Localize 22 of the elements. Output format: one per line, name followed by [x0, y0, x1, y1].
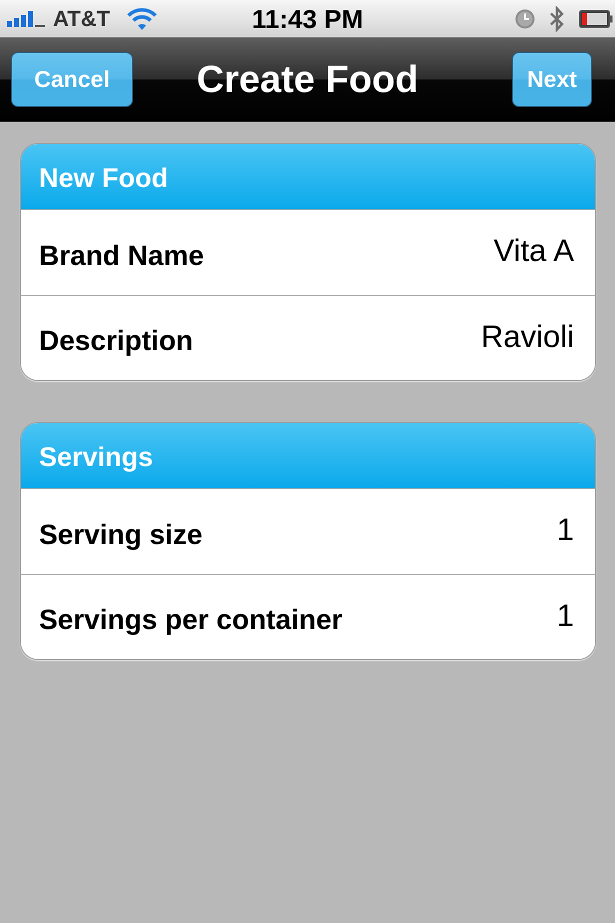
section-title: New Food	[39, 165, 168, 192]
field-label: Serving size	[39, 520, 202, 548]
field-label: Servings per container	[39, 606, 342, 634]
section-title: Servings	[39, 444, 154, 471]
field-value: 1	[556, 514, 574, 545]
status-time: 11:43 PM	[252, 6, 364, 32]
bluetooth-icon	[549, 6, 565, 32]
field-value: Ravioli	[480, 320, 574, 352]
signal-bars-icon	[7, 10, 45, 26]
battery-icon	[579, 10, 613, 28]
field-value: Vita A	[494, 235, 574, 266]
field-value: 1	[556, 600, 574, 630]
carrier-name: AT&T	[53, 8, 110, 30]
form-row[interactable]: Description Ravioli	[21, 295, 595, 380]
form-row[interactable]: Servings per container 1	[21, 574, 595, 659]
field-label: Description	[39, 327, 194, 355]
form-row[interactable]: Brand Name Vita A	[21, 210, 595, 295]
wifi-icon	[126, 6, 158, 30]
form-row[interactable]: Serving size 1	[21, 489, 595, 574]
clock-icon	[515, 8, 535, 28]
field-label: Brand Name	[39, 242, 204, 270]
screen-title: Create Food	[196, 60, 418, 98]
